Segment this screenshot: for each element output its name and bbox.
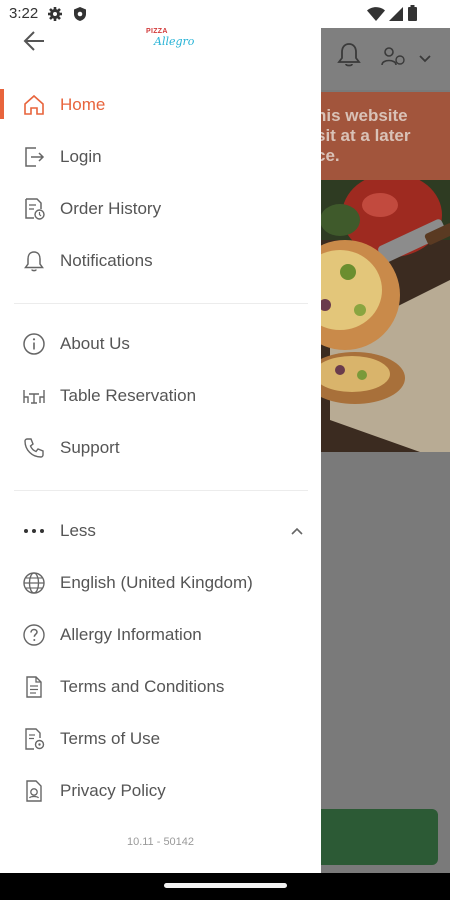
- nav-item-about-us[interactable]: About Us: [0, 322, 321, 366]
- nav-item-privacy-policy[interactable]: Privacy Policy: [0, 769, 321, 813]
- nav-label: Privacy Policy: [60, 781, 166, 800]
- document-gear-icon: [22, 727, 46, 751]
- navigation-drawer: PIZZA Allegro Home Login Order History N…: [0, 28, 321, 873]
- nav-item-order-history[interactable]: Order History: [0, 187, 321, 231]
- bell-icon: [22, 249, 46, 273]
- nav-label: Allergy Information: [60, 625, 202, 644]
- document-icon: [22, 675, 46, 699]
- privacy-icon: [22, 779, 46, 803]
- home-icon: [22, 93, 46, 117]
- chevron-up-icon: [289, 523, 305, 539]
- nav-label: English (United Kingdom): [60, 573, 253, 592]
- divider: [14, 490, 308, 491]
- login-icon: [22, 145, 46, 169]
- nav-label: Less: [60, 521, 96, 540]
- banner-line: sit at a later: [316, 126, 411, 145]
- wifi-icon: [367, 7, 385, 21]
- nav-item-allergy-information[interactable]: Allergy Information: [0, 613, 321, 657]
- user-icon: [380, 46, 406, 66]
- nav-label: Notifications: [60, 251, 153, 270]
- shield-icon: [73, 6, 87, 22]
- nav-item-login[interactable]: Login: [0, 135, 321, 179]
- question-icon: [22, 623, 46, 647]
- nav-item-support[interactable]: Support: [0, 426, 321, 470]
- nav-label: About Us: [60, 334, 130, 353]
- battery-icon: [408, 5, 417, 21]
- app-version: 10.11 - 50142: [126, 836, 195, 848]
- logo-text-script: Allegro: [154, 35, 195, 48]
- banner-line: ce.: [316, 146, 340, 165]
- nav-item-notifications[interactable]: Notifications: [0, 239, 321, 283]
- status-time: 3:22: [9, 5, 39, 22]
- home-gesture-handle[interactable]: [164, 883, 287, 888]
- nav-item-home[interactable]: Home: [0, 83, 321, 127]
- logo-text-top: PIZZA: [146, 28, 168, 35]
- less-toggle[interactable]: Less: [0, 509, 321, 553]
- nav-label: Order History: [60, 199, 162, 218]
- status-bar: 3:22: [0, 0, 450, 28]
- system-navigation-bar: [0, 873, 450, 900]
- nav-label: Terms and Conditions: [60, 677, 225, 696]
- signal-icon: [389, 7, 403, 21]
- nav-label: Login: [60, 147, 102, 166]
- brand-logo: PIZZA Allegro: [146, 28, 196, 50]
- nav-label: Terms of Use: [60, 729, 161, 748]
- info-icon: [22, 332, 46, 356]
- nav-item-table-reservation[interactable]: Table Reservation: [0, 374, 321, 418]
- bell-icon: [337, 42, 361, 68]
- nav-label: Home: [60, 95, 106, 114]
- nav-label: Table Reservation: [60, 386, 197, 405]
- table-icon: [22, 384, 46, 408]
- nav-item-terms-of-use[interactable]: Terms of Use: [0, 717, 321, 761]
- gear-icon: [47, 6, 63, 22]
- banner-line: his website: [316, 106, 408, 125]
- divider: [14, 303, 308, 304]
- chevron-down-icon: [418, 54, 432, 64]
- globe-icon: [22, 571, 46, 595]
- nav-label: Support: [60, 438, 120, 457]
- back-arrow-icon[interactable]: [22, 28, 50, 56]
- nav-item-language[interactable]: English (United Kingdom): [0, 561, 321, 605]
- order-history-icon: [22, 197, 46, 221]
- phone-icon: [22, 436, 46, 460]
- nav-item-terms-and-conditions[interactable]: Terms and Conditions: [0, 665, 321, 709]
- more-dots-icon: [22, 519, 46, 543]
